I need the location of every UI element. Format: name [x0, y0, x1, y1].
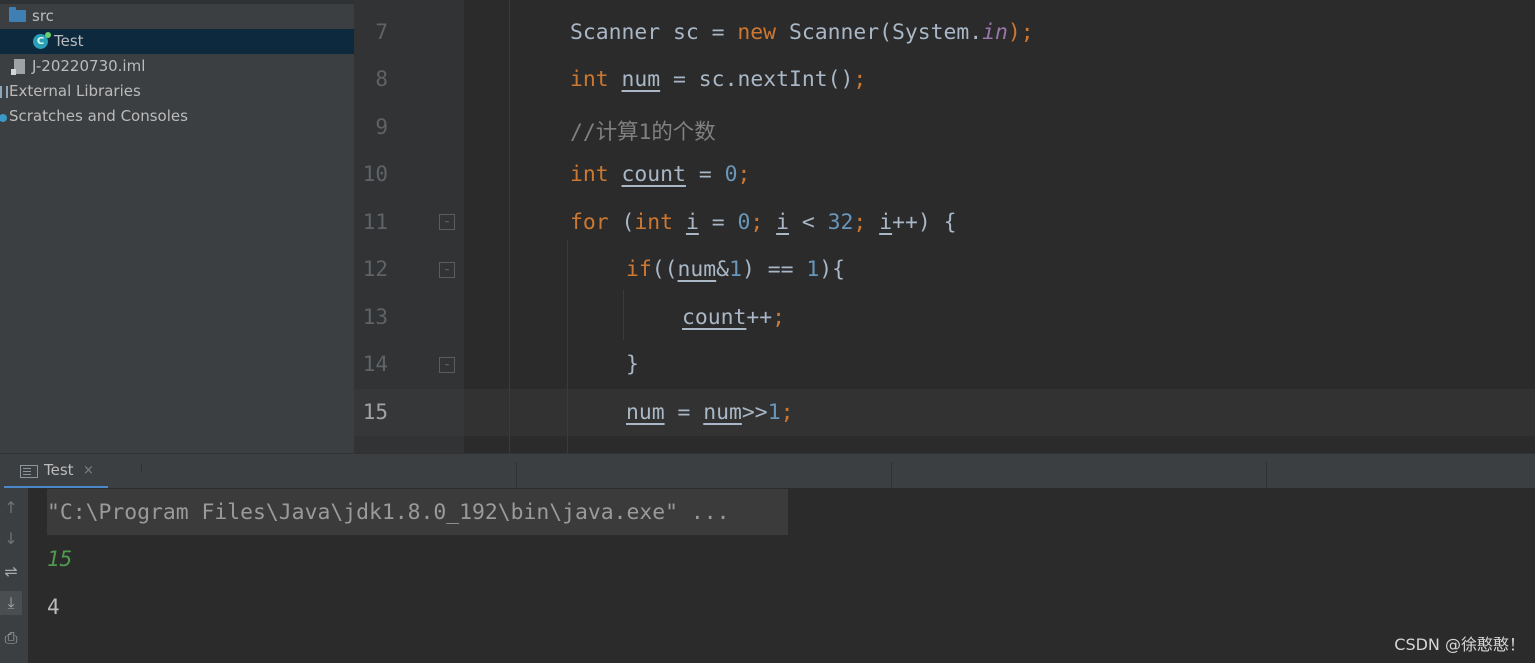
tree-item-label: Test	[54, 32, 84, 50]
tree-item-external-libraries[interactable]: External Libraries	[0, 79, 354, 104]
code-line-9: //计算1的个数	[570, 120, 716, 145]
java-class-icon: C	[33, 32, 51, 49]
csdn-watermark: CSDN @徐憨憨！	[1394, 635, 1525, 654]
fold-marker-icon[interactable]: –	[439, 262, 455, 278]
tree-item-test[interactable]: C Test	[0, 29, 354, 54]
module-file-icon	[11, 59, 25, 75]
code-line-15: num = num>>1;	[626, 400, 794, 425]
run-tab-label: Test	[44, 461, 74, 479]
soft-wrap-icon[interactable]: ⇌	[0, 560, 22, 584]
libraries-icon	[0, 86, 8, 98]
folder-icon	[9, 7, 26, 22]
fold-marker-icon[interactable]: –	[439, 214, 455, 230]
line-number: 7	[375, 20, 388, 44]
print-icon[interactable]: ⎙	[0, 626, 22, 650]
tree-item-label: Scratches and Consoles	[9, 107, 188, 125]
run-window-header: Test ×	[0, 453, 1535, 489]
up-arrow-icon[interactable]: ↑	[0, 496, 22, 520]
run-tab-test[interactable]: Test ×	[4, 454, 108, 489]
tree-item-label: J-20220730.iml	[32, 57, 146, 75]
scroll-to-end-icon[interactable]: ⤓	[0, 591, 22, 615]
code-line-11: for (int i = 0; i < 32; i++) {	[570, 210, 957, 235]
tree-item-label: src	[32, 7, 54, 25]
code-line-7: Scanner sc = new Scanner(System.in);	[570, 20, 1034, 45]
indent-guide	[567, 240, 568, 453]
line-number: 12	[362, 257, 388, 281]
line-number: 10	[362, 162, 388, 186]
header-divider	[141, 464, 142, 472]
line-number: 14	[362, 352, 388, 376]
code-line-10: int count = 0;	[570, 162, 751, 187]
indent-guide	[509, 0, 510, 453]
console-command-line: "C:\Program Files\Java\jdk1.8.0_192\bin\…	[47, 489, 788, 535]
code-line-12: if((num&1) == 1){	[626, 257, 846, 282]
project-tree: src C Test J-20220730.iml External Libra…	[0, 0, 354, 453]
code-line-13: count++;	[682, 305, 786, 330]
console-output[interactable]: "C:\Program Files\Java\jdk1.8.0_192\bin\…	[28, 488, 1535, 663]
header-divider	[1266, 462, 1267, 488]
header-divider	[516, 462, 517, 488]
close-icon[interactable]: ×	[83, 454, 94, 487]
down-arrow-icon[interactable]: ↓	[0, 527, 22, 551]
console-user-input: 15	[47, 547, 73, 571]
scratches-icon	[0, 114, 7, 122]
line-number: 8	[375, 67, 388, 91]
console-stdout-line: 4	[47, 595, 60, 619]
tree-item-src[interactable]: src	[0, 4, 354, 29]
tree-item-scratches[interactable]: Scratches and Consoles	[0, 104, 354, 129]
line-number: 9	[375, 115, 388, 139]
line-number: 13	[362, 305, 388, 329]
indent-guide	[623, 290, 624, 340]
code-editor[interactable]: 7 8 9 10 11 12 13 14 15 – – – Scanner sc…	[354, 0, 1535, 453]
run-toolbar: ↑ ↓ ⇌ ⤓ ⎙	[0, 488, 28, 663]
line-number: 11	[362, 210, 388, 234]
line-number-current: 15	[362, 400, 388, 424]
tree-item-label: External Libraries	[9, 82, 141, 100]
header-divider	[891, 462, 892, 488]
run-console-icon	[20, 465, 38, 478]
code-line-14: }	[626, 352, 639, 377]
fold-marker-icon[interactable]: –	[439, 357, 455, 373]
tree-item-iml[interactable]: J-20220730.iml	[0, 54, 354, 79]
code-line-8: int num = sc.nextInt();	[570, 67, 867, 92]
current-line-highlight	[354, 389, 1535, 436]
